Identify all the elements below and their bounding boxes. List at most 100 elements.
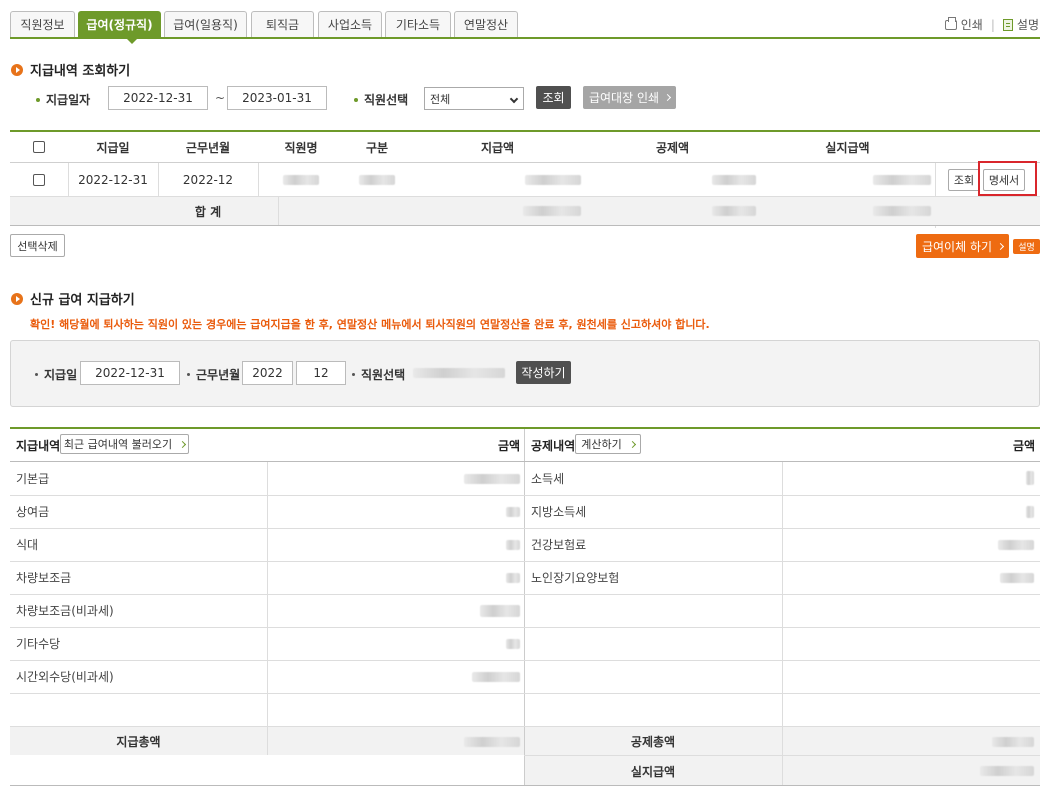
section-bullet-icon <box>11 63 23 76</box>
row-work-month: 2022-12 <box>182 172 234 187</box>
transfer-button[interactable]: 급여이체 하기 <box>916 234 1009 258</box>
highlight-box <box>978 161 1037 196</box>
deduct-amount-local-tax-redacted[interactable] <box>1026 506 1034 521</box>
blank-total-cell <box>10 755 524 786</box>
work-month-input[interactable]: 12 <box>296 361 346 385</box>
tab-employee-info[interactable]: 직원정보 <box>10 11 75 37</box>
date-from-input[interactable]: 2022-12-31 <box>108 86 208 110</box>
print-ledger-label: 급여대장 인쇄 <box>588 91 660 105</box>
employee-select-value: 전체 <box>430 92 451 106</box>
section-bullet-icon <box>11 292 23 305</box>
label-dot-icon <box>187 373 190 376</box>
deduct-item-ltc: 노인장기요양보험 <box>531 571 620 585</box>
pay-total-label: 지급총액 <box>116 734 161 749</box>
new-employee-select-redacted[interactable] <box>413 367 505 381</box>
date-range-tilde: ~ <box>215 91 226 105</box>
deduct-items-header: 공제내역 <box>531 438 576 453</box>
deduct-amount-income-tax-redacted[interactable] <box>1026 471 1034 488</box>
load-recent-label: 최근 급여내역 불러오기 <box>63 438 173 451</box>
work-year-input[interactable]: 2022 <box>242 361 293 385</box>
row-employee-name-redacted <box>258 163 344 196</box>
chevron-right-icon <box>628 440 636 448</box>
load-recent-button[interactable]: 최근 급여내역 불러오기 <box>60 434 189 454</box>
pay-amount-car-nontax-redacted[interactable] <box>480 605 520 620</box>
new-pay-section-title: 신규 급여 지급하기 <box>11 289 135 308</box>
print-link[interactable]: 인쇄 <box>961 16 983 33</box>
delete-selected-button[interactable]: 선택삭제 <box>10 234 65 257</box>
row-net-pay-redacted <box>760 163 935 196</box>
print-ledger-button[interactable]: 급여대장 인쇄 <box>583 86 676 109</box>
search-button[interactable]: 조회 <box>536 86 571 109</box>
pay-amount-basic-redacted[interactable] <box>464 473 520 487</box>
pay-items-header: 지급내역 <box>16 438 61 453</box>
select-all-checkbox[interactable] <box>33 141 45 153</box>
pay-amount-header: 금액 <box>498 438 521 453</box>
pay-amount-meal-redacted[interactable] <box>506 539 520 553</box>
pay-item-other: 기타수당 <box>16 637 61 651</box>
label-dot-icon <box>35 373 38 376</box>
search-title-text: 지급내역 조회하기 <box>30 64 131 79</box>
new-pay-date-input[interactable]: 2022-12-31 <box>80 361 180 385</box>
tab-severance[interactable]: 퇴직금 <box>251 11 314 37</box>
employee-select[interactable]: 전체 <box>424 87 524 110</box>
new-pay-form: 지급일 2022-12-31 근무년월 2022 12 직원선택 작성하기 <box>10 340 1040 407</box>
document-icon[interactable] <box>1002 18 1013 31</box>
col-net-pay: 실지급액 <box>825 140 870 155</box>
total-label: 합 계 <box>194 204 222 219</box>
transfer-help-badge[interactable]: 설명 <box>1013 239 1040 254</box>
total-net-redacted <box>760 197 935 225</box>
label-dot-icon <box>36 97 40 102</box>
deduct-amount-header: 금액 <box>1013 438 1036 453</box>
row-checkbox[interactable] <box>33 173 45 186</box>
date-to-input[interactable]: 2023-01-31 <box>227 86 327 110</box>
chevron-right-icon <box>996 242 1005 250</box>
tab-year-end[interactable]: 연말정산 <box>454 11 518 37</box>
label-dot-icon <box>354 97 358 102</box>
calculate-label: 계산하기 <box>581 438 622 451</box>
col-pay-date: 지급일 <box>96 140 130 155</box>
pay-detail-table: 지급내역 최근 급여내역 불러오기 금액 공제내역 계산하기 금액 기본급 소득… <box>10 427 1040 786</box>
tab-business-income[interactable]: 사업소득 <box>318 11 382 37</box>
new-pay-title-text: 신규 급여 지급하기 <box>30 293 135 308</box>
calculate-button[interactable]: 계산하기 <box>575 434 641 454</box>
pay-amount-bonus-redacted[interactable] <box>506 506 520 520</box>
col-pay-amount: 지급액 <box>480 140 515 155</box>
pay-amount-overtime-redacted[interactable] <box>472 671 520 685</box>
col-employee-name: 직원명 <box>284 140 318 155</box>
col-deduction: 공제액 <box>655 140 690 155</box>
new-pay-date-label: 지급일 <box>35 366 77 383</box>
row-deduction-redacted <box>585 163 760 196</box>
printer-icon[interactable] <box>944 16 957 30</box>
deduct-item-income-tax: 소득세 <box>531 472 565 486</box>
row-view-button[interactable]: 조회 <box>948 169 980 191</box>
active-tab-pointer <box>126 38 138 44</box>
pay-item-bonus: 상여금 <box>16 505 50 519</box>
col-type: 구분 <box>365 140 389 155</box>
pay-item-overtime-nontax: 시간외수당(비과세) <box>16 670 114 684</box>
transfer-label: 급여이체 하기 <box>921 239 993 254</box>
tab-salary-regular[interactable]: 급여(정규직) <box>78 11 161 37</box>
row-pay-date: 2022-12-31 <box>78 172 148 187</box>
pay-amount-other-redacted[interactable] <box>506 638 520 652</box>
pay-total-redacted <box>464 736 520 750</box>
tab-bar: 직원정보 급여(정규직) 급여(일용직) 퇴직금 사업소득 기타소득 연말정산 <box>10 10 1040 44</box>
new-pay-date-label-text: 지급일 <box>44 368 78 382</box>
top-links: 인쇄 | 설명 <box>944 16 1039 33</box>
deduct-item-health: 건강보험료 <box>531 538 587 552</box>
deduct-amount-health-redacted[interactable] <box>998 539 1034 553</box>
deduct-total-redacted <box>992 736 1034 750</box>
pay-item-car-allowance-nontax: 차량보조금(비과세) <box>16 604 114 618</box>
create-button[interactable]: 작성하기 <box>516 361 571 384</box>
employee-select-label: 직원선택 <box>354 91 408 108</box>
pay-amount-car-redacted[interactable] <box>506 572 520 586</box>
tab-other-income[interactable]: 기타소득 <box>385 11 451 37</box>
new-employee-label: 직원선택 <box>352 366 405 383</box>
help-link[interactable]: 설명 <box>1017 16 1039 33</box>
row-pay-amount-redacted <box>410 163 585 196</box>
deduct-amount-ltc-redacted[interactable] <box>1000 572 1034 586</box>
tab-salary-daily[interactable]: 급여(일용직) <box>164 11 247 37</box>
pay-date-label: 지급일자 <box>36 91 90 108</box>
new-work-month-label: 근무년월 <box>187 366 240 383</box>
notice-text: 확인! 해당월에 퇴사하는 직원이 있는 경우에는 급여지급을 한 후, 연말정… <box>30 318 710 331</box>
search-section-title: 지급내역 조회하기 <box>11 60 130 79</box>
